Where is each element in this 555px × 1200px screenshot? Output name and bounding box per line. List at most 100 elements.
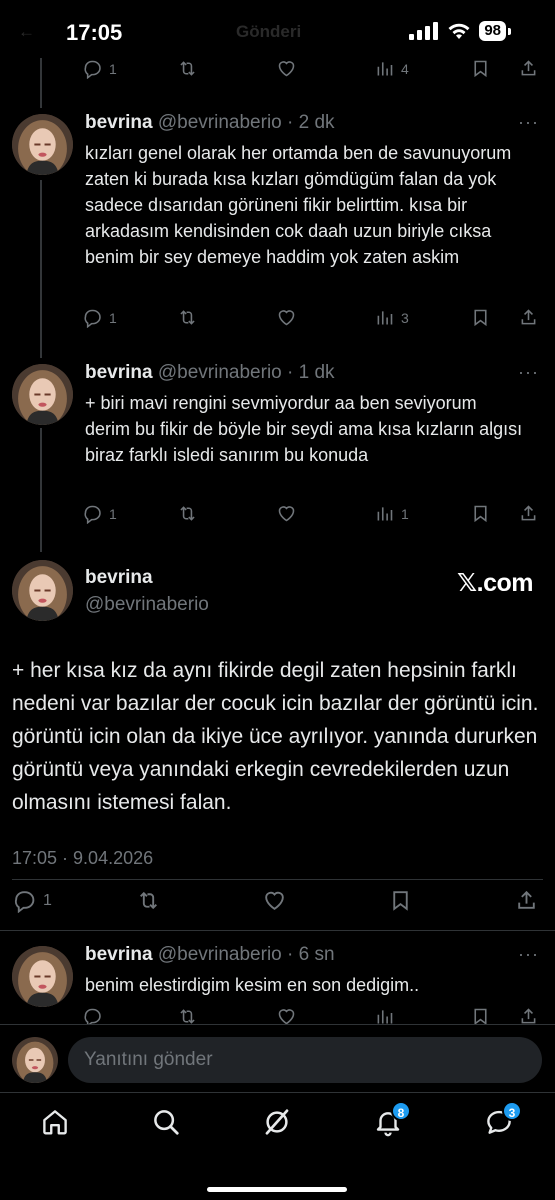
tweet-time: 6 sn [298,944,335,965]
notifications-badge: 8 [391,1101,411,1121]
bottom-nav: 8 3 [0,1092,555,1200]
repost-icon [180,310,195,325]
avatar[interactable] [12,560,73,621]
heart-icon [265,891,284,910]
profile-photo [12,114,73,175]
share-button[interactable] [518,58,539,79]
nav-messages[interactable]: 3 [484,1101,522,1141]
repost-button[interactable] [177,1006,198,1024]
x-watermark: 𝕏.com [457,569,534,597]
tweet[interactable]: bevrina @bevrinaberio · 1 dk ··· + biri … [0,360,555,510]
messages-badge: 3 [502,1101,522,1121]
heart-icon [278,310,295,326]
more-options-icon[interactable]: ··· [518,944,539,965]
reply-count: 1 [109,309,117,326]
share-button[interactable] [518,1006,539,1024]
author-name[interactable]: bevrina [85,567,153,589]
share-icon [521,505,536,521]
views-button[interactable]: 4 [374,58,409,79]
reply-button[interactable]: 1 [82,307,117,328]
views-icon [377,1010,393,1024]
repost-icon [180,506,195,521]
tweet-text: kızları genel olarak her ortamda ben de … [85,143,512,267]
reply-count: 1 [109,505,117,522]
header-title-ghost: Gönderi [236,22,302,41]
like-button[interactable] [276,1006,297,1024]
home-icon [43,1110,67,1135]
bookmark-button[interactable] [470,307,491,328]
reply-icon [84,505,101,524]
views-count: 3 [401,309,409,326]
views-count: 4 [401,60,409,77]
views-button[interactable] [374,1006,395,1024]
profile-photo [12,946,73,1007]
tweet-text: + biri mavi rengini sevmiyordur aa ben s… [85,393,523,465]
more-options-icon[interactable]: ··· [518,362,539,383]
status-bar: ← 17:05 Gönderi 98 [0,0,555,64]
repost-button[interactable] [177,307,198,328]
author-name[interactable]: bevrina [85,362,153,383]
tweet-actions: 1 [12,888,542,918]
reply-bar [0,1024,555,1092]
share-button[interactable] [518,503,539,524]
bookmark-button[interactable] [470,503,491,524]
search-icon [154,1110,179,1135]
reply-button[interactable]: 1 [82,503,117,524]
author-name[interactable]: bevrina [85,944,153,965]
share-icon [521,1008,536,1024]
share-icon [518,890,535,909]
reply-count: 1 [109,60,117,77]
reply-count: 1 [43,891,52,909]
more-options-icon[interactable]: ··· [518,112,539,133]
share-icon [521,60,536,76]
reply-icon [14,891,35,913]
views-button[interactable]: 3 [374,307,409,328]
bookmark-icon [393,891,408,911]
bookmark-icon [474,505,487,523]
author-handle[interactable]: @bevrinaberio [85,594,209,616]
nav-search[interactable] [151,1107,185,1141]
back-arrow-ghost: ← [18,22,35,41]
divider [12,879,543,880]
repost-button[interactable] [177,503,198,524]
battery-level: 98 [479,21,506,41]
bookmark-icon [474,60,487,78]
profile-photo [12,1037,58,1083]
profile-photo [12,560,73,621]
tweet-time: 2 dk [298,112,335,133]
views-button[interactable]: 1 [374,503,409,524]
author-handle[interactable]: @bevrinaberio [158,944,282,965]
like-button[interactable] [262,888,287,913]
avatar[interactable] [12,946,73,1007]
avatar[interactable] [12,364,73,425]
tweet[interactable]: bevrina @bevrinaberio · 2 dk ··· kızları… [0,110,555,340]
bookmark-button[interactable] [470,1006,491,1024]
share-button[interactable] [518,307,539,328]
tweet-timestamp[interactable]: 17:05 · 9.04.2026 [12,848,153,869]
like-button[interactable] [276,58,297,79]
repost-button[interactable] [136,888,161,913]
author-name[interactable]: bevrina [85,112,153,133]
repost-icon [180,61,195,76]
reply-input[interactable] [68,1037,542,1083]
signal-icon [409,22,439,40]
share-button[interactable] [514,888,539,913]
nav-grok[interactable] [262,1107,296,1141]
reply-button[interactable]: 1 [12,888,52,913]
avatar[interactable] [12,114,73,175]
bookmark-button[interactable] [388,888,413,913]
reply-button[interactable]: 1 [82,58,117,79]
like-button[interactable] [276,503,297,524]
thread-line [40,58,42,108]
bookmark-button[interactable] [470,58,491,79]
author-handle[interactable]: @bevrinaberio [158,112,282,133]
author-handle[interactable]: @bevrinaberio [158,362,282,383]
focused-tweet-text: + her kısa kız da aynı fikirde degil zat… [12,659,539,814]
like-button[interactable] [276,307,297,328]
reply-button[interactable] [82,1006,103,1024]
my-avatar[interactable] [12,1037,58,1083]
nav-home[interactable] [40,1107,74,1141]
tweet-text: benim elestirdigim kesim en son dedigim.… [85,975,420,995]
nav-notifications[interactable]: 8 [373,1101,411,1141]
repost-button[interactable] [177,58,198,79]
